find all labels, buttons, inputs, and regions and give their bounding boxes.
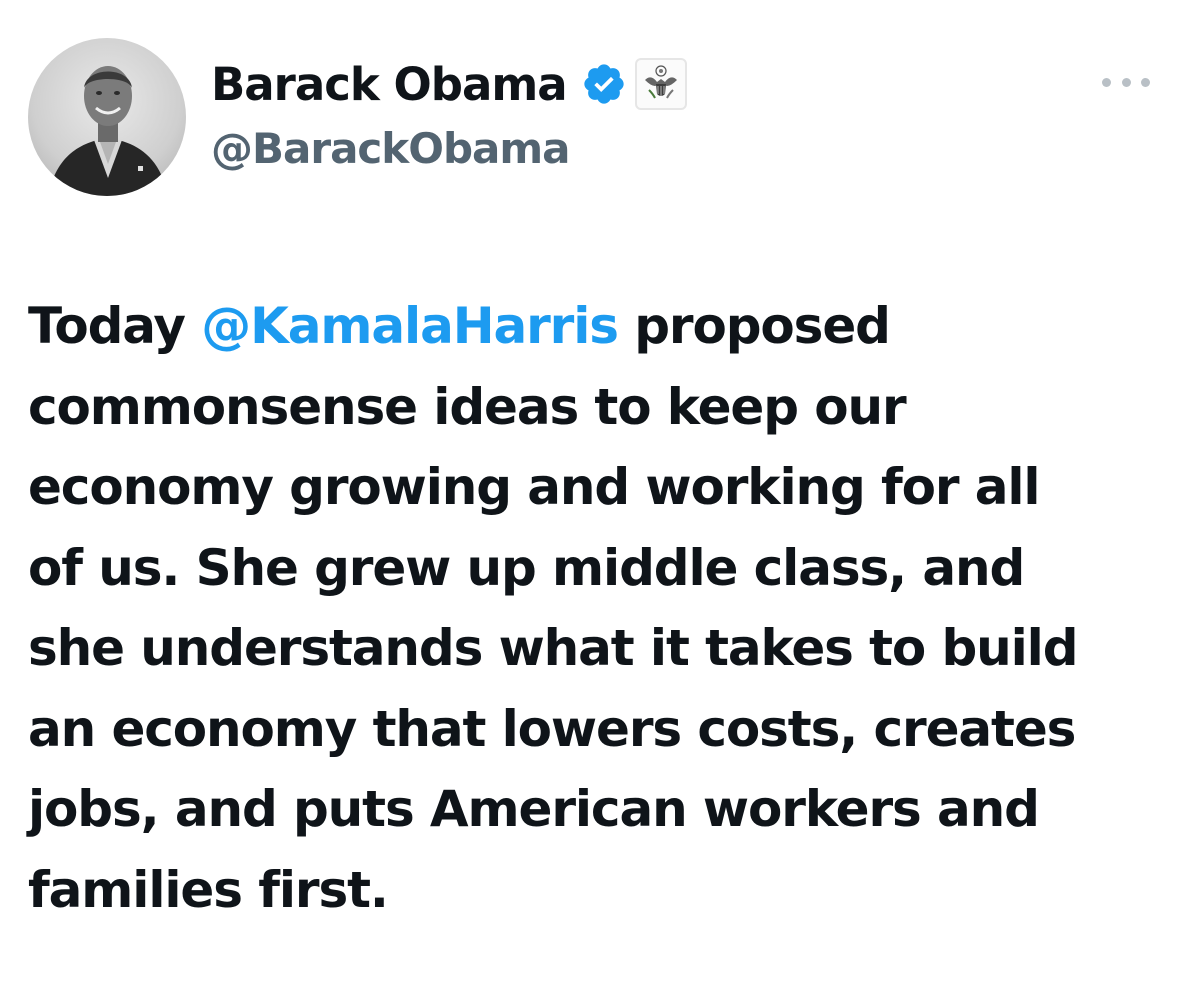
tweet-line: of us. She grew up middle class, and — [28, 538, 1025, 597]
more-dot — [1102, 77, 1111, 87]
tweet-line: she understands what it takes to build — [28, 619, 1079, 677]
avatar-photo — [48, 66, 168, 196]
author-name-row: Barack Obama — [211, 54, 687, 114]
tweet-line: families first. — [28, 860, 389, 919]
more-options-icon[interactable] — [1102, 68, 1150, 96]
tweet-card: Barack Obama @BarackObama Today @KamalaH… — [0, 0, 1179, 988]
more-dot — [1121, 77, 1131, 87]
verified-badge-icon[interactable] — [581, 61, 627, 107]
author-handle[interactable]: @BarackObama — [211, 124, 570, 173]
more-dot — [1141, 77, 1150, 87]
tweet-line: an economy that lowers costs, creates — [28, 699, 1076, 758]
tweet-text-segment: Today — [28, 297, 202, 355]
tweet-line: economy growing and working for all — [28, 458, 1041, 516]
author-display-name[interactable]: Barack Obama — [211, 58, 568, 111]
author-avatar[interactable] — [28, 38, 186, 196]
tweet-text-segment: proposed — [617, 297, 891, 355]
tweet-line: commonsense ideas to keep our — [28, 377, 907, 436]
tweet-line: jobs, and puts American workers and — [28, 780, 1040, 838]
mention-link[interactable]: @KamalaHarris — [201, 297, 619, 355]
tweet-line: Today @KamalaHarris proposed — [28, 286, 1168, 367]
us-government-seal-icon[interactable] — [634, 58, 687, 110]
tweet-text: Today @KamalaHarris proposed commonsense… — [28, 286, 1168, 930]
